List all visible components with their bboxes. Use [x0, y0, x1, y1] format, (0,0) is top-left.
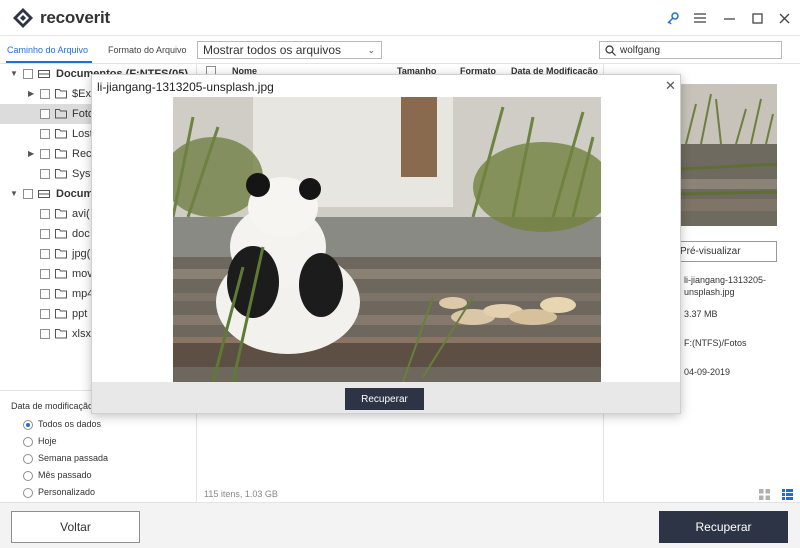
drive-icon — [38, 70, 50, 78]
folder-icon — [55, 229, 67, 239]
checkbox[interactable] — [40, 109, 50, 119]
radio-label: Todos os dados — [38, 419, 102, 429]
radio-label: Personalizado — [38, 487, 96, 497]
search-icon — [605, 45, 616, 56]
close-icon[interactable] — [775, 9, 793, 27]
radio-button[interactable] — [23, 420, 33, 430]
radio-button[interactable] — [23, 437, 33, 447]
radio-label: Hoje — [38, 436, 57, 446]
file-filter-value: Mostrar todos os arquivos — [203, 43, 342, 57]
preview-button[interactable]: Pré-visualizar — [673, 241, 777, 262]
caret-right-icon[interactable]: ▶ — [28, 149, 34, 158]
checkbox[interactable] — [40, 249, 50, 259]
radio-label: Semana passada — [38, 453, 109, 463]
folder-icon — [55, 169, 67, 179]
folder-icon — [55, 309, 67, 319]
tree-label: xlsx — [72, 328, 91, 340]
folder-icon — [55, 209, 67, 219]
bottom-bar: Voltar Recuperar — [0, 502, 800, 548]
folder-icon — [55, 269, 67, 279]
file-date: 04-09-2019 — [684, 367, 731, 377]
tree-label: jpg( — [72, 248, 91, 260]
maximize-icon[interactable] — [748, 9, 766, 27]
modal-footer: Recuperar — [92, 382, 680, 413]
grid-view-icon[interactable] — [759, 489, 770, 500]
date-filter-title: Data de modificação — [11, 401, 94, 411]
caret-down-icon[interactable]: ▼ — [10, 189, 18, 198]
preview-modal: li-jiangang-1313205-unsplash.jpg ✕ Recup… — [91, 74, 681, 414]
title-bar: recoverit — [0, 0, 800, 36]
tab-file-path[interactable]: Caminho do Arquivo — [7, 45, 88, 55]
checkbox[interactable] — [23, 69, 33, 79]
file-size: 3.37 MB — [684, 309, 718, 319]
active-tab-indicator — [6, 61, 92, 63]
minimize-icon[interactable] — [720, 9, 738, 27]
folder-icon — [55, 129, 67, 139]
checkbox[interactable] — [40, 229, 50, 239]
checkbox[interactable] — [40, 269, 50, 279]
drive-icon — [38, 190, 50, 198]
radio-label: Mês passado — [38, 470, 92, 480]
file-filter-dropdown[interactable]: Mostrar todos os arquivos ⌄ — [197, 41, 382, 59]
key-icon[interactable] — [664, 9, 682, 27]
checkbox[interactable] — [23, 189, 33, 199]
status-text: 115 itens, 1.03 GB — [204, 489, 278, 499]
preview-thumbnail — [681, 84, 777, 226]
status-bar: 115 itens, 1.03 GB — [197, 487, 800, 502]
app-name: recoverit — [40, 8, 111, 27]
modal-close-icon[interactable]: ✕ — [665, 78, 676, 94]
folder-icon — [55, 289, 67, 299]
modal-recover-button[interactable]: Recuperar — [345, 388, 424, 410]
toolbar: Caminho do Arquivo Formato do Arquivo Mo… — [0, 36, 800, 64]
checkbox[interactable] — [40, 309, 50, 319]
checkbox[interactable] — [40, 209, 50, 219]
recover-button[interactable]: Recuperar — [659, 511, 788, 543]
tree-label: doc — [72, 228, 90, 240]
tab-file-format[interactable]: Formato do Arquivo — [108, 45, 187, 55]
radio-button[interactable] — [23, 488, 33, 498]
tree-label: Docum — [56, 188, 94, 200]
tree-label: Lost — [72, 128, 93, 140]
folder-icon — [55, 149, 67, 159]
tree-label: mov — [72, 268, 93, 280]
caret-right-icon[interactable]: ▶ — [28, 89, 34, 98]
checkbox[interactable] — [40, 149, 50, 159]
caret-down-icon[interactable]: ▼ — [10, 69, 18, 78]
modal-title: li-jiangang-1313205-unsplash.jpg — [97, 80, 274, 94]
file-name-line1: li-jiangang-1313205- — [684, 275, 767, 285]
checkbox[interactable] — [40, 329, 50, 339]
tree-label: $Ex — [72, 88, 91, 100]
back-button[interactable]: Voltar — [11, 511, 140, 543]
checkbox[interactable] — [40, 89, 50, 99]
chevron-down-icon: ⌄ — [367, 45, 375, 55]
menu-icon[interactable] — [691, 9, 709, 27]
search-input[interactable] — [620, 43, 775, 57]
file-name-line2: unsplash.jpg — [684, 287, 735, 297]
search-box[interactable] — [599, 41, 782, 59]
folder-icon — [55, 249, 67, 259]
file-path: F:(NTFS)/Fotos — [684, 338, 747, 348]
checkbox[interactable] — [40, 169, 50, 179]
folder-icon — [55, 109, 67, 119]
folder-icon — [55, 329, 67, 339]
tree-label: ppt — [72, 308, 88, 320]
recoverit-logo-icon — [13, 8, 33, 28]
list-view-icon[interactable] — [782, 489, 793, 500]
radio-button[interactable] — [23, 471, 33, 481]
checkbox[interactable] — [40, 129, 50, 139]
checkbox[interactable] — [40, 289, 50, 299]
tree-label: avi( — [72, 208, 90, 220]
panda-photo — [173, 97, 601, 382]
radio-button[interactable] — [23, 454, 33, 464]
folder-icon — [55, 89, 67, 99]
